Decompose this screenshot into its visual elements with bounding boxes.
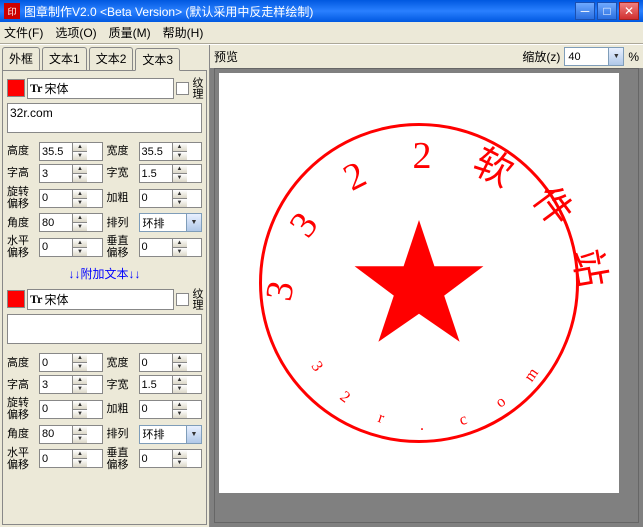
- menu-file[interactable]: 文件(F): [4, 24, 43, 41]
- title-bar: 印 图章制作V2.0 <Beta Version> (默认采用中反走样绘制) ─…: [0, 0, 643, 22]
- combo-arrange-2[interactable]: 环排▼: [139, 425, 203, 444]
- stamp-circle: 3322软件站 3 2 r . c o m: [259, 123, 579, 443]
- spinner-voff-1[interactable]: ▲▼: [139, 238, 203, 257]
- spinner-hoff-1[interactable]: ▲▼: [39, 238, 103, 257]
- spinner-angle-2[interactable]: ▲▼: [39, 425, 103, 444]
- maximize-button[interactable]: □: [597, 2, 617, 20]
- texture-checkbox-2[interactable]: [176, 293, 189, 306]
- spinner-hoff-2[interactable]: ▲▼: [39, 449, 103, 468]
- spinner-width-2[interactable]: ▲▼: [139, 353, 203, 372]
- lbl-angle: 角度: [7, 217, 35, 229]
- tab-text1[interactable]: 文本1: [42, 47, 87, 70]
- texture-checkbox-1[interactable]: [176, 82, 189, 95]
- font-select-1[interactable]: Tr 宋体: [27, 78, 174, 99]
- spinner-charw-1[interactable]: ▲▼: [139, 164, 203, 183]
- lbl-voff: 垂直偏移: [107, 235, 135, 259]
- font-name-1: 宋体: [44, 80, 68, 97]
- lbl-rotoff: 旋转偏移: [7, 186, 35, 210]
- lbl-bold: 加粗: [107, 192, 135, 204]
- zoom-label: 缩放(z): [522, 48, 560, 65]
- lbl-height: 高度: [7, 145, 35, 157]
- lbl-width: 宽度: [107, 145, 135, 157]
- spinner-charh-2[interactable]: ▲▼: [39, 375, 103, 394]
- font-icon: Tr: [30, 292, 42, 307]
- spinner-width-1[interactable]: ▲▼: [139, 142, 203, 161]
- spinner-rotoff-1[interactable]: ▲▼: [39, 189, 103, 208]
- text-input-2[interactable]: [7, 314, 202, 344]
- minimize-button[interactable]: ─: [575, 2, 595, 20]
- spinner-angle-1[interactable]: ▲▼: [39, 213, 103, 232]
- lbl-hoff: 水平偏移: [7, 235, 35, 259]
- app-icon: 印: [4, 3, 20, 19]
- menu-help[interactable]: 帮助(H): [163, 24, 204, 41]
- spinner-charh-1[interactable]: ▲▼: [39, 164, 103, 183]
- stamp-canvas: 3322软件站 3 2 r . c o m: [219, 73, 619, 493]
- texture-label-1: 纹理: [191, 77, 202, 99]
- tab-text3[interactable]: 文本3: [135, 48, 180, 71]
- percent-label: %: [628, 50, 639, 64]
- chevron-down-icon[interactable]: ▼: [608, 48, 623, 65]
- menu-options[interactable]: 选项(O): [55, 24, 96, 41]
- tab-frame[interactable]: 外框: [2, 47, 40, 70]
- stamp-bottom-text: 3 2 r . c o m: [262, 126, 576, 440]
- preview-area[interactable]: 3322软件站 3 2 r . c o m: [214, 68, 639, 523]
- down-icon[interactable]: ▼: [73, 152, 87, 160]
- zoom-combo[interactable]: 40 ▼: [564, 47, 624, 66]
- menu-quality[interactable]: 质量(M): [109, 24, 151, 41]
- chevron-down-icon[interactable]: ▼: [186, 214, 201, 231]
- spinner-rotoff-2[interactable]: ▲▼: [39, 400, 103, 419]
- text-input-1[interactable]: [7, 103, 202, 133]
- font-icon: Tr: [30, 81, 42, 96]
- spinner-height-2[interactable]: ▲▼: [39, 353, 103, 372]
- color-swatch-2[interactable]: [7, 290, 25, 308]
- window-title: 图章制作V2.0 <Beta Version> (默认采用中反走样绘制): [24, 3, 575, 20]
- lbl-charh: 字高: [7, 167, 35, 179]
- tab-text2[interactable]: 文本2: [89, 47, 134, 70]
- lbl-arrange: 排列: [107, 217, 135, 229]
- right-panel: 预览 缩放(z) 40 ▼ % 3322软件站 3 2 r . c o m: [210, 45, 643, 527]
- combo-arrange-1[interactable]: 环排▼: [139, 213, 203, 232]
- up-icon[interactable]: ▲: [73, 143, 87, 152]
- font-name-2: 宋体: [44, 291, 68, 308]
- tab-strip: 外框 文本1 文本2 文本3: [2, 47, 207, 70]
- preview-title: 预览: [214, 48, 522, 65]
- spinner-height-1[interactable]: ▲▼: [39, 142, 103, 161]
- spinner-bold-1[interactable]: ▲▼: [139, 189, 203, 208]
- left-panel: 外框 文本1 文本2 文本3 Tr 宋体 纹理 高度 ▲▼ 宽度 ▲▼: [0, 45, 210, 527]
- spinner-voff-2[interactable]: ▲▼: [139, 449, 203, 468]
- tab-panel: Tr 宋体 纹理 高度 ▲▼ 宽度 ▲▼ 字高 ▲▼ 字宽 ▲▼ 旋转偏移 ▲▼…: [2, 70, 207, 525]
- close-button[interactable]: ✕: [619, 2, 639, 20]
- chevron-down-icon[interactable]: ▼: [186, 426, 201, 443]
- texture-label-2: 纹理: [191, 288, 202, 310]
- menu-bar: 文件(F) 选项(O) 质量(M) 帮助(H): [0, 22, 643, 43]
- lbl-charw: 字宽: [107, 167, 135, 179]
- attach-header: ↓↓附加文本↓↓: [7, 265, 202, 282]
- spinner-bold-2[interactable]: ▲▼: [139, 400, 203, 419]
- font-select-2[interactable]: Tr 宋体: [27, 289, 174, 310]
- preview-header: 预览 缩放(z) 40 ▼ %: [210, 45, 643, 68]
- spinner-charw-2[interactable]: ▲▼: [139, 375, 203, 394]
- color-swatch-1[interactable]: [7, 79, 25, 97]
